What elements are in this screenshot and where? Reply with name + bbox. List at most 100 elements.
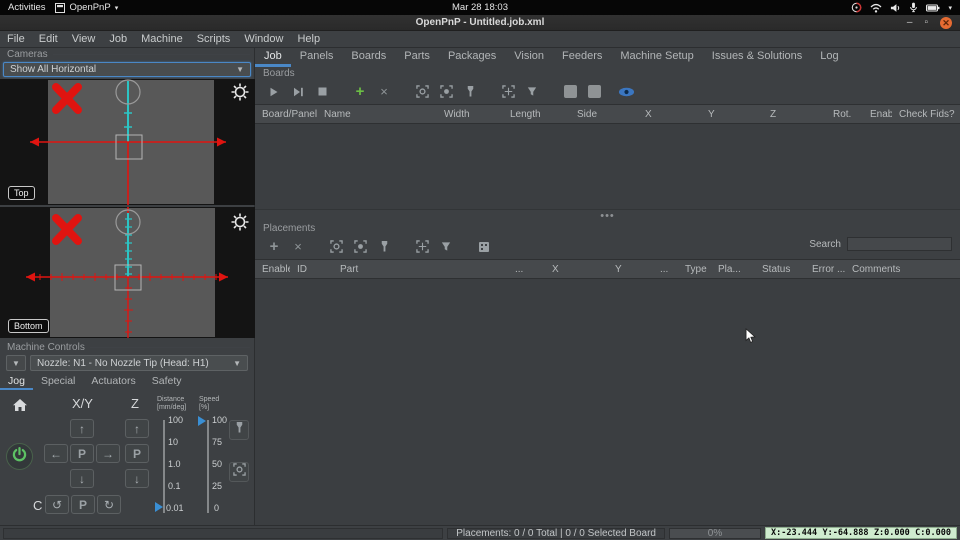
move-tool-button[interactable]	[461, 84, 479, 100]
activities-button[interactable]: Activities	[8, 2, 45, 13]
menu-window[interactable]: Window	[237, 33, 290, 45]
menu-view[interactable]: View	[65, 33, 103, 45]
column-header[interactable]: Z	[763, 109, 826, 120]
column-header[interactable]: ...	[653, 264, 678, 275]
column-header[interactable]: Y	[608, 264, 653, 275]
column-header[interactable]: Type	[678, 264, 711, 275]
tab-safety[interactable]: Safety	[144, 373, 190, 390]
close-button[interactable]: ✕	[940, 17, 952, 29]
column-header[interactable]: Rot.	[826, 109, 863, 120]
column-header[interactable]: Board/Panel Id	[255, 109, 317, 120]
fiducial-check-button[interactable]	[523, 84, 541, 100]
position-camera-button[interactable]	[229, 462, 249, 482]
panel-splitter[interactable]: •••	[255, 210, 960, 222]
column-header[interactable]: Enabl...	[863, 109, 892, 120]
position-z-button[interactable]: P	[125, 444, 149, 463]
screen-record-indicator-icon[interactable]	[851, 2, 862, 13]
jog-y-plus-button[interactable]: ↑	[70, 419, 94, 438]
board-side-bottom-button[interactable]	[585, 84, 603, 100]
menu-help[interactable]: Help	[290, 33, 327, 45]
distance-slider-handle[interactable]	[155, 502, 163, 512]
tab-vision[interactable]: Vision	[505, 48, 553, 67]
tab-packages[interactable]: Packages	[439, 48, 505, 67]
column-header[interactable]: Part	[333, 264, 508, 275]
remove-board-button[interactable]: ×	[375, 84, 393, 100]
column-header[interactable]: ID	[290, 264, 333, 275]
show-placements-toggle[interactable]	[617, 84, 635, 100]
wifi-icon[interactable]	[870, 3, 882, 13]
placement-fiducial-button[interactable]	[437, 239, 455, 255]
job-start-button[interactable]	[265, 84, 283, 100]
column-header[interactable]: Enabled	[255, 264, 290, 275]
position-xy-button[interactable]: P	[70, 444, 94, 463]
edit-placement-button[interactable]	[475, 239, 493, 255]
machine-power-button[interactable]	[6, 443, 33, 470]
menu-machine[interactable]: Machine	[134, 33, 190, 45]
placements-table-body[interactable]	[255, 279, 960, 525]
move-tool-placement-button[interactable]	[375, 239, 393, 255]
column-header[interactable]: Error ...	[805, 264, 845, 275]
jog-x-plus-button[interactable]: →	[96, 444, 120, 463]
minimize-button[interactable]: –	[907, 18, 913, 28]
search-input[interactable]	[847, 237, 952, 251]
tab-machine-setup[interactable]: Machine Setup	[611, 48, 702, 67]
jog-x-minus-button[interactable]: ←	[44, 444, 68, 463]
nozzle-selector[interactable]: Nozzle: N1 - No Nozzle Tip (Head: H1) ▼	[30, 355, 248, 371]
job-step-button[interactable]	[289, 84, 307, 100]
column-header[interactable]: Status	[755, 264, 805, 275]
position-c-button[interactable]: P	[71, 495, 95, 514]
menu-job[interactable]: Job	[102, 33, 134, 45]
tab-job[interactable]: Job	[255, 48, 291, 67]
capture-camera-placement-button[interactable]	[327, 239, 345, 255]
tab-special[interactable]: Special	[33, 373, 83, 390]
battery-icon[interactable]	[926, 4, 940, 12]
boards-table-body[interactable]	[255, 124, 960, 210]
maximize-button[interactable]: ▫	[924, 18, 928, 28]
camera-view-bottom[interactable]: Bottom	[0, 207, 255, 338]
volume-icon[interactable]	[890, 3, 901, 13]
tab-issues-solutions[interactable]: Issues & Solutions	[703, 48, 812, 67]
add-board-button[interactable]: +	[351, 84, 369, 100]
window-title-bar[interactable]: OpenPnP - Untitled.job.xml – ▫ ✕	[0, 15, 960, 31]
position-camera-placement-button[interactable]	[413, 239, 431, 255]
column-header[interactable]: Side	[570, 109, 638, 120]
column-header[interactable]: ...	[508, 264, 545, 275]
column-header[interactable]: Y	[701, 109, 763, 120]
camera-selector[interactable]: Show All Horizontal ▼	[3, 62, 251, 77]
remove-placement-button[interactable]: ×	[289, 239, 307, 255]
job-stop-button[interactable]	[313, 84, 331, 100]
capture-camera-location-button[interactable]	[413, 84, 431, 100]
tab-feeders[interactable]: Feeders	[553, 48, 611, 67]
jog-c-ccw-button[interactable]: ↺	[45, 495, 69, 514]
position-camera-board-button[interactable]	[499, 84, 517, 100]
park-nozzle-button[interactable]	[229, 420, 249, 440]
clock[interactable]: Mar 28 18:03	[0, 2, 960, 13]
head-selector-button[interactable]: ▼	[6, 355, 26, 371]
tab-actuators[interactable]: Actuators	[83, 373, 143, 390]
capture-tool-location-button[interactable]	[437, 84, 455, 100]
camera-view-top[interactable]: Top	[0, 79, 255, 205]
tab-jog[interactable]: Jog	[0, 373, 33, 390]
microphone-icon[interactable]	[909, 2, 918, 13]
board-side-top-button[interactable]	[561, 84, 579, 100]
column-header[interactable]: Pla...	[711, 264, 755, 275]
menu-scripts[interactable]: Scripts	[190, 33, 238, 45]
distance-slider-track[interactable]	[163, 420, 165, 513]
column-header[interactable]: Length	[503, 109, 570, 120]
app-menu-button[interactable]: OpenPnP ▾	[55, 2, 118, 13]
column-header[interactable]: Name	[317, 109, 437, 120]
menu-edit[interactable]: Edit	[32, 33, 65, 45]
tab-parts[interactable]: Parts	[395, 48, 439, 67]
speed-slider-track[interactable]	[207, 420, 209, 513]
jog-z-minus-button[interactable]: ↓	[125, 469, 149, 488]
speed-slider-handle[interactable]	[198, 416, 206, 426]
tab-log[interactable]: Log	[811, 48, 847, 67]
jog-c-cw-button[interactable]: ↻	[97, 495, 121, 514]
column-header[interactable]: X	[545, 264, 608, 275]
home-button[interactable]	[8, 398, 32, 416]
system-menu-caret-icon[interactable]: ▾	[948, 4, 952, 12]
menu-file[interactable]: File	[0, 33, 32, 45]
column-header[interactable]: X	[638, 109, 701, 120]
column-header[interactable]: Check Fids?	[892, 109, 960, 120]
jog-z-plus-button[interactable]: ↑	[125, 419, 149, 438]
